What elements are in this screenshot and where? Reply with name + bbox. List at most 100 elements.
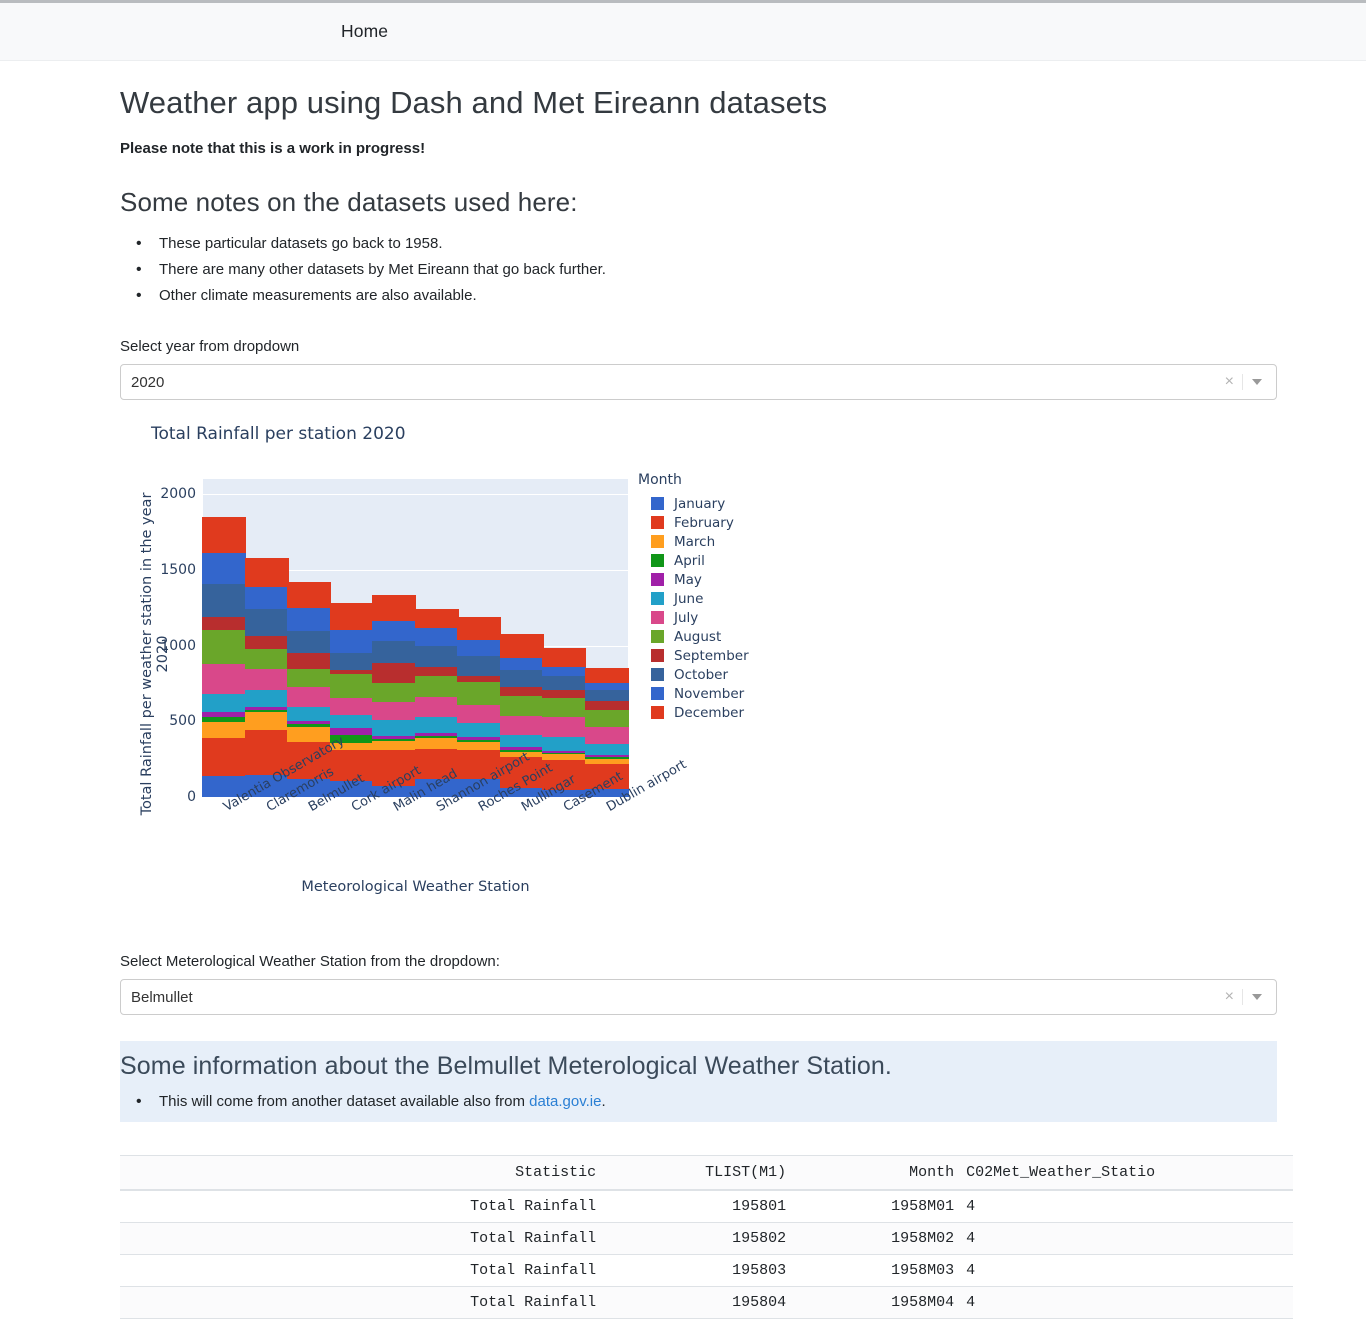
legend-item-february[interactable]: February (638, 513, 749, 532)
bar-segment[interactable] (244, 689, 289, 707)
bar-segment[interactable] (329, 698, 374, 715)
legend-item-november[interactable]: November (638, 684, 749, 703)
bar-segment[interactable] (584, 689, 629, 701)
bar-segment[interactable] (202, 553, 247, 584)
clear-icon[interactable]: × (1217, 374, 1242, 390)
bar-segment[interactable] (542, 697, 587, 717)
bar-segment[interactable] (244, 711, 289, 730)
station-dropdown-value[interactable]: Belmullet (121, 989, 1217, 1006)
bar-segment[interactable] (287, 582, 332, 609)
bar-segment[interactable] (542, 648, 587, 668)
chevron-down-icon[interactable] (1252, 994, 1262, 1001)
bar-segment[interactable] (372, 594, 417, 622)
bar-segment[interactable] (457, 655, 502, 676)
bar-segment[interactable] (244, 558, 289, 587)
bar-segment[interactable] (499, 715, 544, 735)
bar-segment[interactable] (202, 722, 247, 738)
bar-segment[interactable] (244, 668, 289, 690)
year-dropdown-value[interactable]: 2020 (121, 374, 1217, 391)
bar-segment[interactable] (414, 696, 459, 717)
legend-item-december[interactable]: December (638, 703, 749, 722)
bar-segment[interactable] (457, 742, 502, 750)
bar-segment[interactable] (414, 716, 459, 734)
bar-segment[interactable] (372, 663, 417, 683)
bar-segment[interactable] (202, 630, 247, 665)
bar-segment[interactable] (329, 629, 374, 654)
legend-item-march[interactable]: March (638, 532, 749, 551)
bar-segment[interactable] (202, 737, 247, 776)
bar-segment[interactable] (372, 682, 417, 702)
bar-segment[interactable] (202, 693, 247, 712)
bar-segment[interactable] (457, 722, 502, 737)
legend-item-october[interactable]: October (638, 665, 749, 684)
bar-segment[interactable] (414, 738, 459, 749)
bar-segment[interactable] (287, 630, 332, 654)
bar-segment[interactable] (542, 716, 587, 737)
bar-segment[interactable] (287, 687, 332, 708)
bar-segment[interactable] (202, 616, 247, 631)
bar-segment[interactable] (329, 602, 374, 630)
bar-segment[interactable] (499, 734, 544, 748)
bar-segment[interactable] (584, 743, 629, 756)
bar-segment[interactable] (244, 649, 289, 669)
bar-segment[interactable] (499, 695, 544, 716)
bar-segment[interactable] (202, 583, 247, 617)
bar-segment[interactable] (202, 664, 247, 694)
bar-segment[interactable] (414, 609, 459, 628)
bar-segment[interactable] (499, 687, 544, 696)
bar-segment[interactable] (499, 669, 544, 688)
bar-segment[interactable] (329, 714, 374, 729)
bar-segment[interactable] (584, 726, 629, 744)
bar-segment[interactable] (584, 668, 629, 683)
bar-segment[interactable] (372, 720, 417, 736)
bar-segment[interactable] (329, 653, 374, 670)
bar-segment[interactable] (457, 639, 502, 656)
bar-segment[interactable] (457, 704, 502, 723)
bar-segment[interactable] (287, 707, 332, 721)
bar-segment[interactable] (372, 621, 417, 641)
legend-item-august[interactable]: August (638, 627, 749, 646)
bar-segment[interactable] (457, 681, 502, 705)
legend-item-september[interactable]: September (638, 646, 749, 665)
nav-link-home[interactable]: Home (341, 21, 388, 42)
legend-item-june[interactable]: June (638, 589, 749, 608)
bar-segment[interactable] (244, 609, 289, 637)
bar-segment[interactable] (287, 668, 332, 688)
bar-segment[interactable] (414, 627, 459, 646)
bar-segment[interactable] (202, 516, 247, 554)
bar-segment[interactable] (372, 740, 417, 750)
bar-segment[interactable] (542, 689, 587, 698)
bar-cork-airport[interactable] (329, 602, 374, 798)
bar-segment[interactable] (244, 586, 289, 610)
bar-segment[interactable] (414, 676, 459, 697)
bar-segment[interactable] (372, 640, 417, 664)
bar-segment[interactable] (287, 726, 332, 742)
bar-segment[interactable] (584, 682, 629, 690)
legend-item-january[interactable]: January (638, 494, 749, 513)
legend-item-july[interactable]: July (638, 608, 749, 627)
bar-segment[interactable] (584, 700, 629, 710)
year-dropdown[interactable]: 2020 × (120, 364, 1277, 401)
station-dropdown[interactable]: Belmullet × (120, 979, 1277, 1016)
bar-segment[interactable] (542, 667, 587, 676)
bar-segment[interactable] (584, 709, 629, 727)
clear-icon[interactable]: × (1217, 989, 1242, 1005)
bar-segment[interactable] (457, 616, 502, 640)
bar-segment[interactable] (414, 645, 459, 667)
chevron-down-icon[interactable] (1252, 379, 1262, 386)
bar-segment[interactable] (329, 674, 374, 699)
bar-segment[interactable] (287, 608, 332, 631)
bar-segment[interactable] (372, 701, 417, 721)
legend-item-may[interactable]: May (638, 570, 749, 589)
bar-claremorris[interactable] (244, 558, 289, 798)
bar-segment[interactable] (499, 633, 544, 658)
bar-segment[interactable] (542, 736, 587, 751)
bar-segment[interactable] (414, 666, 459, 677)
data-gov-ie-link[interactable]: data.gov.ie (529, 1093, 601, 1110)
bar-segment[interactable] (244, 636, 289, 650)
bar-segment[interactable] (499, 657, 544, 670)
legend-item-april[interactable]: April (638, 551, 749, 570)
bar-valentia-observatory[interactable] (202, 516, 247, 798)
bar-segment[interactable] (542, 675, 587, 690)
bar-segment[interactable] (287, 653, 332, 669)
